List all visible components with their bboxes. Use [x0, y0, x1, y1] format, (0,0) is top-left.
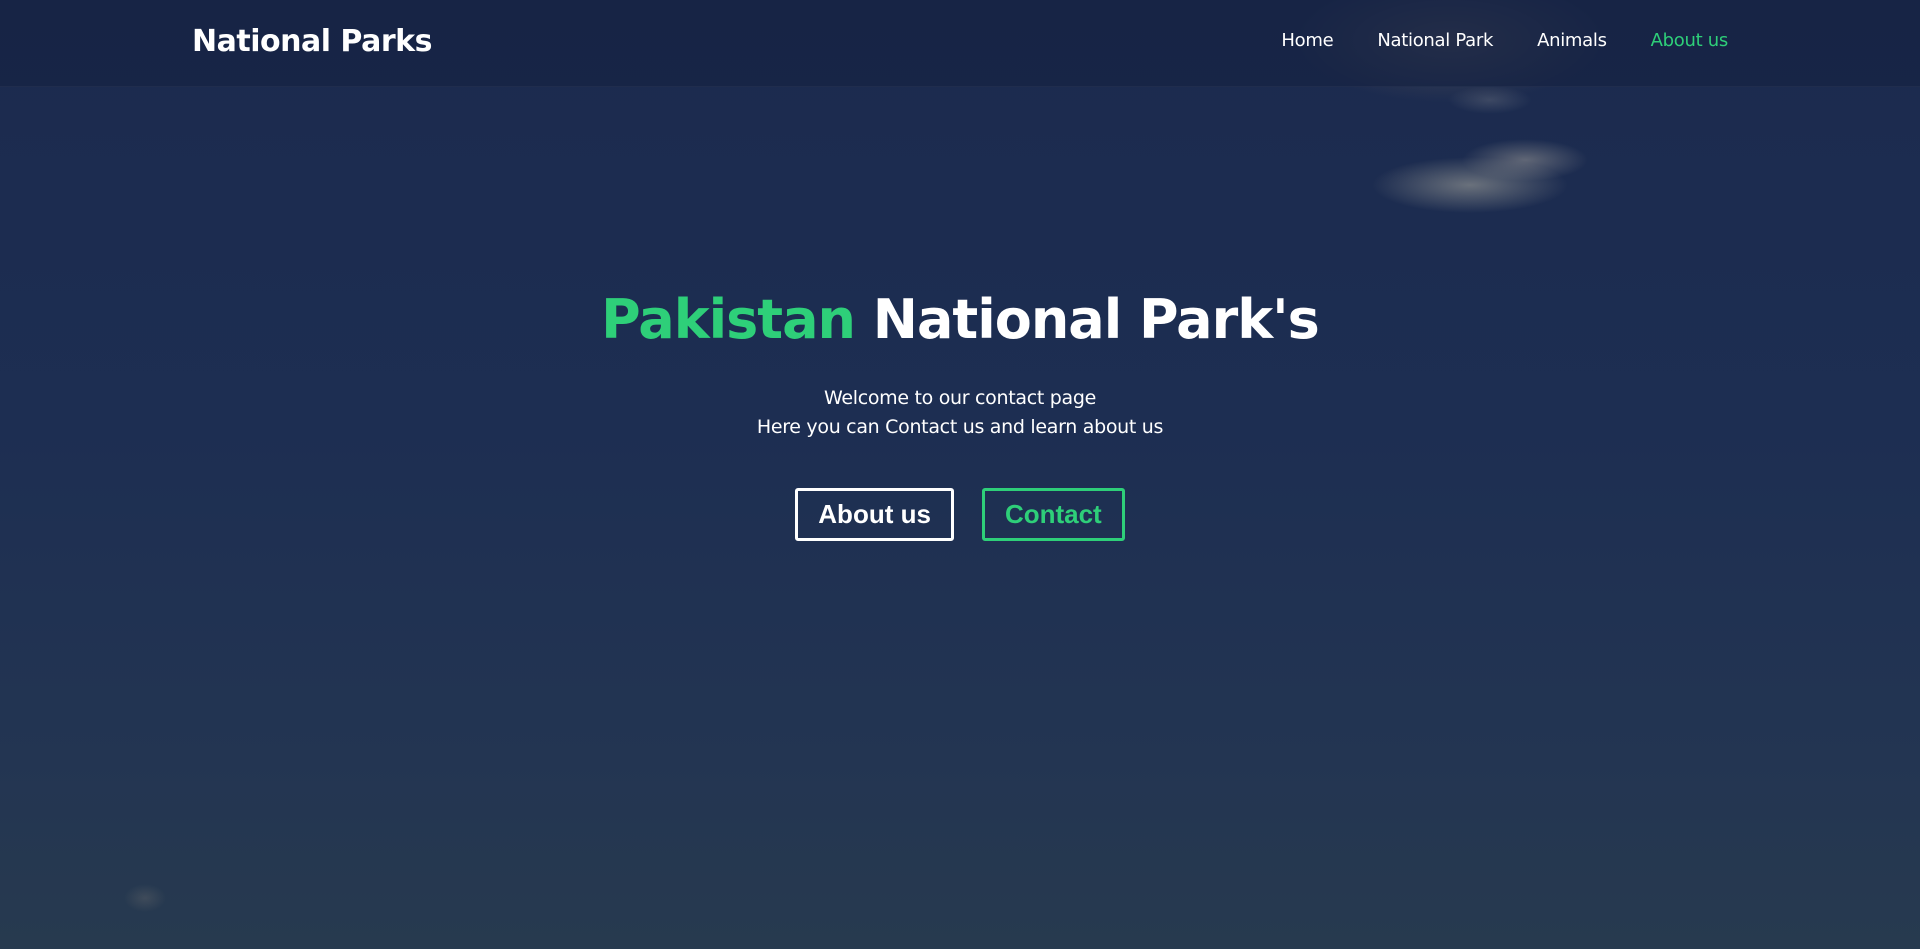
page: National Parks Home National Park Animal… [0, 0, 1920, 949]
hero-subtitle-line-1: Welcome to our contact page [823, 387, 1097, 409]
navbar: National Parks Home National Park Animal… [0, 0, 1920, 87]
nav-link-animals[interactable]: Animals [1537, 28, 1607, 54]
contact-button[interactable]: Contact [981, 488, 1125, 541]
hero-title-rest: National Park's [872, 288, 1320, 351]
hero-subtitle-line-2: Here you can Contact us and learn about … [756, 416, 1164, 438]
hero-section: Pakistan National Park's Welcome to our … [0, 280, 1920, 541]
hero-title-accent: Pakistan [601, 288, 856, 351]
hero-title: Pakistan National Park's [0, 280, 1920, 360]
hero-actions: About us Contact [0, 488, 1920, 541]
brand-logo[interactable]: National Parks [192, 20, 432, 64]
nav-link-national-park[interactable]: National Park [1377, 28, 1493, 54]
hero-subtitle: Welcome to our contact page Here you can … [0, 384, 1920, 442]
nav-link-home[interactable]: Home [1281, 28, 1333, 54]
nav-link-about-us[interactable]: About us [1651, 28, 1729, 54]
main-nav: Home National Park Animals About us [1281, 28, 1728, 54]
about-us-button[interactable]: About us [795, 488, 954, 541]
